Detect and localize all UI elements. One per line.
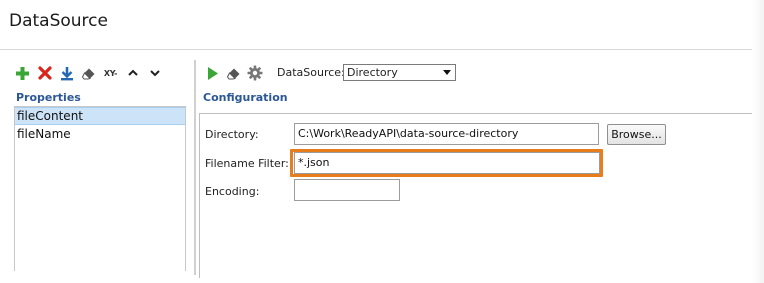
properties-heading: Properties <box>16 91 81 104</box>
encoding-label: Encoding: <box>205 185 260 198</box>
list-item[interactable]: fileName <box>15 125 185 143</box>
filename-filter-input[interactable]: *.json <box>294 152 600 174</box>
eraser-icon[interactable] <box>225 65 242 82</box>
xy-icon[interactable]: XY- <box>102 65 119 82</box>
add-icon[interactable] <box>14 65 31 82</box>
chevron-down-icon <box>443 70 451 75</box>
move-up-icon[interactable] <box>124 65 141 82</box>
directory-label: Directory: <box>205 128 259 141</box>
window-edge <box>752 0 764 283</box>
properties-toolbar: XY- <box>14 64 163 82</box>
delete-icon[interactable] <box>36 65 53 82</box>
move-down-icon[interactable] <box>146 65 163 82</box>
datasource-label: DataSource: <box>277 66 345 79</box>
datasource-select[interactable]: Directory <box>343 64 456 81</box>
encoding-input[interactable] <box>294 179 400 201</box>
title-bar: DataSource <box>0 0 764 50</box>
configuration-heading: Configuration <box>203 91 288 104</box>
datasource-toolbar <box>204 64 263 82</box>
browse-button[interactable]: Browse... <box>607 124 666 145</box>
window-title: DataSource <box>9 11 108 31</box>
run-icon[interactable] <box>204 65 221 82</box>
filename-filter-label: Filename Filter: <box>205 157 289 170</box>
gear-icon[interactable] <box>246 65 263 82</box>
properties-list: fileContent fileName <box>14 106 186 271</box>
list-item[interactable]: fileContent <box>15 107 185 125</box>
directory-input[interactable]: C:\Work\ReadyAPI\data-source-directory <box>294 123 599 145</box>
eraser-icon[interactable] <box>80 65 97 82</box>
download-icon[interactable] <box>58 65 75 82</box>
panel-splitter[interactable] <box>194 60 196 275</box>
datasource-select-value: Directory <box>347 66 398 79</box>
